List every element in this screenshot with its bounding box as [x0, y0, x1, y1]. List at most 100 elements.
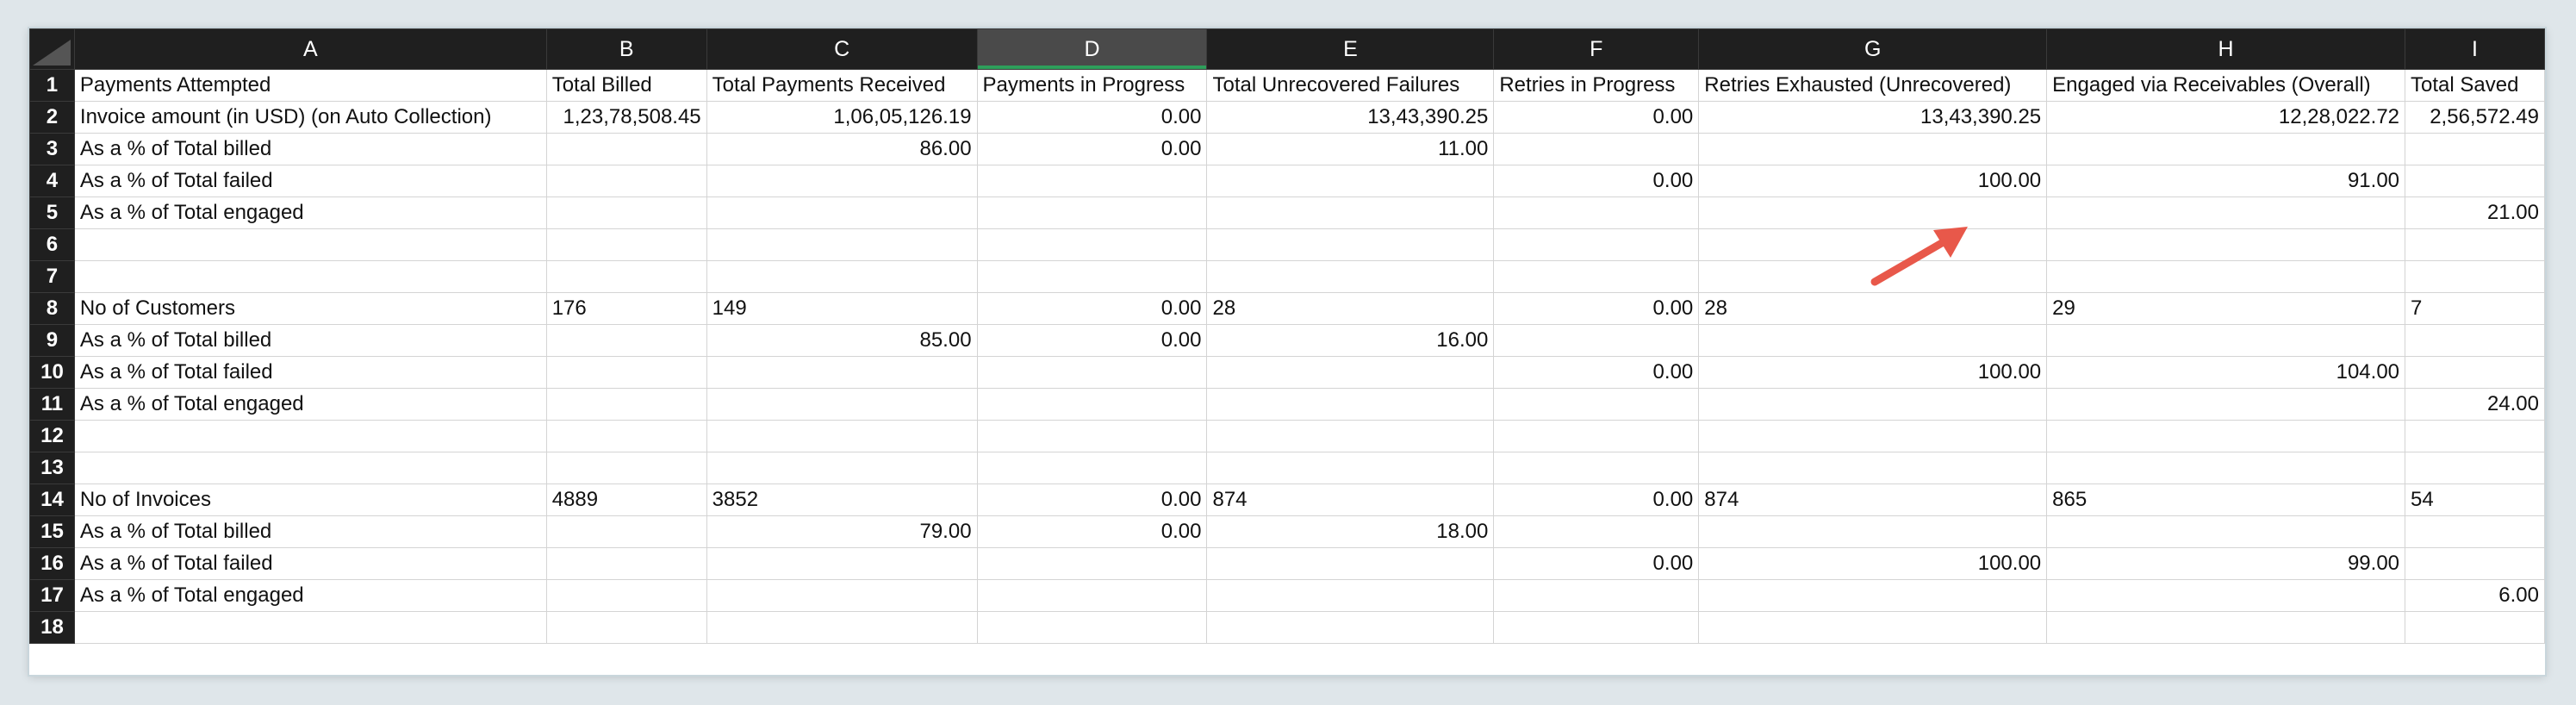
cell-f17[interactable] [1493, 579, 1700, 612]
row-header-16[interactable]: 16 [29, 547, 75, 580]
cell-e15[interactable]: 18.00 [1206, 515, 1495, 548]
cell-f12[interactable] [1493, 420, 1700, 452]
row-header-7[interactable]: 7 [29, 260, 75, 293]
cell-g9[interactable] [1698, 324, 2048, 357]
cell-b10[interactable] [545, 356, 707, 389]
cell-b8[interactable]: 176 [545, 292, 707, 325]
column-header-d[interactable]: D [976, 28, 1208, 70]
cell-c1[interactable]: Total Payments Received [706, 69, 978, 102]
cell-e7[interactable] [1206, 260, 1495, 293]
cell-b9[interactable] [545, 324, 707, 357]
row-header-11[interactable]: 11 [29, 388, 75, 421]
cell-i4[interactable] [2405, 165, 2545, 197]
cell-f6[interactable] [1493, 228, 1700, 261]
cell-i3[interactable] [2405, 133, 2545, 165]
cell-a1[interactable]: Payments Attempted [73, 69, 547, 102]
cell-e14[interactable]: 874 [1206, 484, 1495, 516]
cell-c4[interactable] [706, 165, 978, 197]
cell-g1[interactable]: Retries Exhausted (Unrecovered) [1698, 69, 2048, 102]
cell-d1[interactable]: Payments in Progress [976, 69, 1208, 102]
cell-i6[interactable] [2405, 228, 2545, 261]
cell-g18[interactable] [1698, 611, 2048, 644]
column-header-b[interactable]: B [545, 28, 707, 70]
cell-d9[interactable]: 0.00 [976, 324, 1208, 357]
cell-b7[interactable] [545, 260, 707, 293]
cell-h3[interactable] [2046, 133, 2406, 165]
row-header-3[interactable]: 3 [29, 133, 75, 165]
cell-i2[interactable]: 2,56,572.49 [2405, 101, 2545, 134]
cell-b16[interactable] [545, 547, 707, 580]
cell-f11[interactable] [1493, 388, 1700, 421]
cell-g11[interactable] [1698, 388, 2048, 421]
cell-h4[interactable]: 91.00 [2046, 165, 2406, 197]
cell-i12[interactable] [2405, 420, 2545, 452]
cell-i10[interactable] [2405, 356, 2545, 389]
cell-d13[interactable] [976, 452, 1208, 484]
cell-f2[interactable]: 0.00 [1493, 101, 1700, 134]
cell-i9[interactable] [2405, 324, 2545, 357]
cell-b14[interactable]: 4889 [545, 484, 707, 516]
cell-h15[interactable] [2046, 515, 2406, 548]
cell-d4[interactable] [976, 165, 1208, 197]
cell-h16[interactable]: 99.00 [2046, 547, 2406, 580]
row-header-10[interactable]: 10 [29, 356, 75, 389]
cell-i1[interactable]: Total Saved [2405, 69, 2545, 102]
row-header-14[interactable]: 14 [29, 484, 75, 516]
cell-i13[interactable] [2405, 452, 2545, 484]
cell-a6[interactable] [73, 228, 547, 261]
cell-i15[interactable] [2405, 515, 2545, 548]
row-header-5[interactable]: 5 [29, 197, 75, 229]
cell-c11[interactable] [706, 388, 978, 421]
cell-g13[interactable] [1698, 452, 2048, 484]
cell-h8[interactable]: 29 [2046, 292, 2406, 325]
cell-b12[interactable] [545, 420, 707, 452]
cell-e18[interactable] [1206, 611, 1495, 644]
cell-a15[interactable]: As a % of Total billed [73, 515, 547, 548]
cell-c16[interactable] [706, 547, 978, 580]
cell-a18[interactable] [73, 611, 547, 644]
cell-f15[interactable] [1493, 515, 1700, 548]
cell-a13[interactable] [73, 452, 547, 484]
cell-d10[interactable] [976, 356, 1208, 389]
cell-h6[interactable] [2046, 228, 2406, 261]
cell-a5[interactable]: As a % of Total engaged [73, 197, 547, 229]
cell-h12[interactable] [2046, 420, 2406, 452]
column-header-c[interactable]: C [706, 28, 978, 70]
cell-a16[interactable]: As a % of Total failed [73, 547, 547, 580]
cell-d18[interactable] [976, 611, 1208, 644]
cell-g14[interactable]: 874 [1698, 484, 2048, 516]
cell-g12[interactable] [1698, 420, 2048, 452]
cell-a12[interactable] [73, 420, 547, 452]
row-header-4[interactable]: 4 [29, 165, 75, 197]
cell-g4[interactable]: 100.00 [1698, 165, 2048, 197]
cell-e12[interactable] [1206, 420, 1495, 452]
row-header-2[interactable]: 2 [29, 101, 75, 134]
cell-c17[interactable] [706, 579, 978, 612]
cell-c8[interactable]: 149 [706, 292, 978, 325]
cell-f3[interactable] [1493, 133, 1700, 165]
cell-b4[interactable] [545, 165, 707, 197]
cell-b6[interactable] [545, 228, 707, 261]
cell-c18[interactable] [706, 611, 978, 644]
cell-c6[interactable] [706, 228, 978, 261]
cell-h9[interactable] [2046, 324, 2406, 357]
cell-h5[interactable] [2046, 197, 2406, 229]
cell-d8[interactable]: 0.00 [976, 292, 1208, 325]
cell-a10[interactable]: As a % of Total failed [73, 356, 547, 389]
cell-c14[interactable]: 3852 [706, 484, 978, 516]
cell-c10[interactable] [706, 356, 978, 389]
cell-d16[interactable] [976, 547, 1208, 580]
cell-e16[interactable] [1206, 547, 1495, 580]
cell-h14[interactable]: 865 [2046, 484, 2406, 516]
cell-i17[interactable]: 6.00 [2405, 579, 2545, 612]
cell-e4[interactable] [1206, 165, 1495, 197]
cell-e5[interactable] [1206, 197, 1495, 229]
cell-c5[interactable] [706, 197, 978, 229]
cell-f14[interactable]: 0.00 [1493, 484, 1700, 516]
cell-f7[interactable] [1493, 260, 1700, 293]
cell-h11[interactable] [2046, 388, 2406, 421]
cell-b13[interactable] [545, 452, 707, 484]
cell-a14[interactable]: No of Invoices [73, 484, 547, 516]
cell-d3[interactable]: 0.00 [976, 133, 1208, 165]
cell-d15[interactable]: 0.00 [976, 515, 1208, 548]
